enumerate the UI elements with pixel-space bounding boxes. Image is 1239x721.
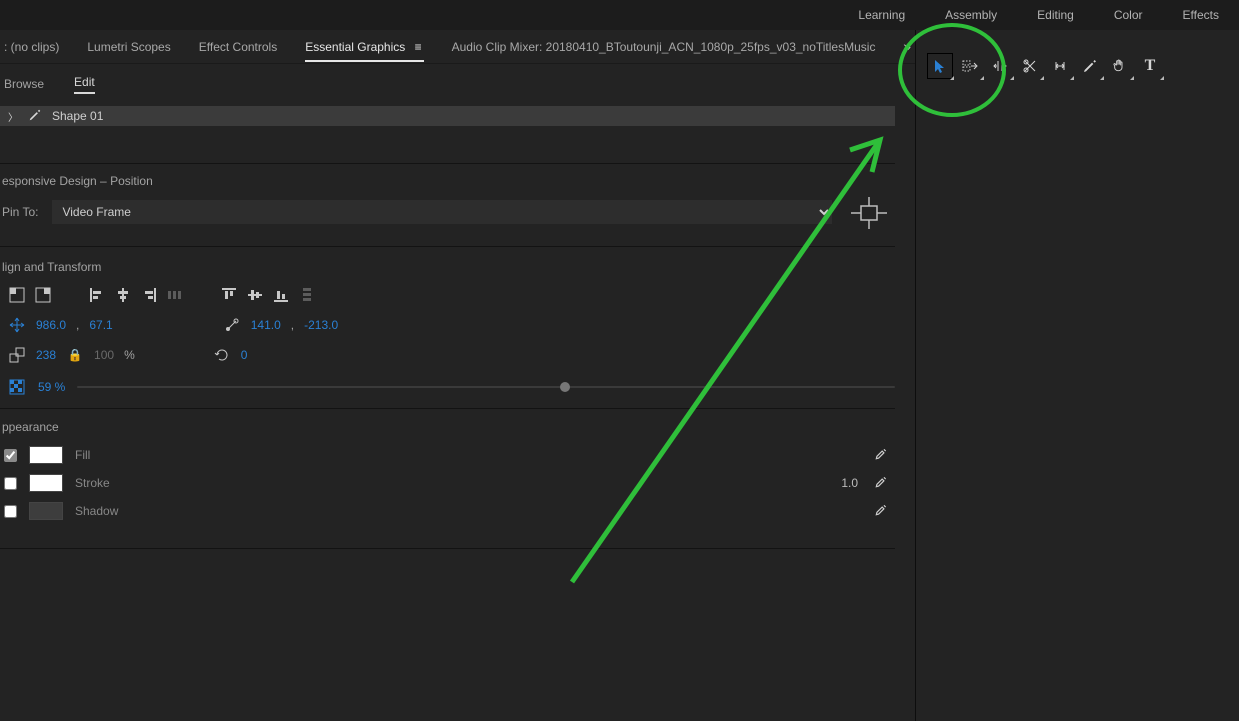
opacity-icon[interactable]	[8, 378, 26, 396]
subtab-browse[interactable]: Browse	[4, 77, 44, 91]
align-transform-title: lign and Transform	[2, 260, 895, 274]
stroke-row: Stroke 1.0	[4, 474, 894, 492]
track-select-tool[interactable]	[958, 54, 982, 78]
divider	[0, 163, 895, 164]
align-vcenter-icon[interactable]	[246, 286, 264, 304]
pen-icon	[28, 108, 42, 125]
rotation-value[interactable]: 0	[241, 348, 248, 362]
pin-to-label: Pin To:	[2, 205, 38, 219]
distribute-v-icon[interactable]	[298, 286, 316, 304]
panel-tabs: : (no clips) Lumetri Scopes Effect Contr…	[0, 30, 915, 64]
tab-lumetri-scopes[interactable]: Lumetri Scopes	[87, 40, 170, 54]
program-toolbar: T	[928, 54, 1162, 78]
stroke-label: Stroke	[75, 476, 110, 490]
chevron-right-icon: 〉	[8, 109, 18, 124]
ripple-edit-tool[interactable]	[988, 54, 1012, 78]
pin-to-select[interactable]: Video Frame	[52, 200, 832, 224]
shadow-row: Shadow	[4, 502, 894, 520]
type-tool[interactable]: T	[1138, 54, 1162, 78]
tab-essential-graphics[interactable]: Essential Graphics ≡	[305, 40, 423, 62]
align-left-icon[interactable]	[88, 286, 106, 304]
appearance-section: ppearance Fill Stroke 1.0 Shadow	[0, 420, 895, 520]
shadow-swatch[interactable]	[29, 502, 63, 520]
percent-label: %	[124, 348, 135, 362]
workspace-bar: Learning Assembly Editing Color Effects	[0, 0, 1239, 30]
eyedropper-icon[interactable]	[874, 447, 888, 464]
position-y[interactable]: 67.1	[89, 318, 112, 332]
box-rt-icon[interactable]	[34, 286, 52, 304]
divider	[0, 548, 895, 549]
layer-row[interactable]: 〉 Shape 01	[0, 106, 895, 126]
rotation-icon[interactable]	[213, 346, 231, 364]
workspace-color[interactable]: Color	[1114, 8, 1143, 22]
align-icons-row	[8, 286, 895, 304]
responsive-design-section: esponsive Design – Position Pin To: Vide…	[0, 174, 895, 224]
fill-label: Fill	[75, 448, 90, 462]
align-hcenter-icon[interactable]	[114, 286, 132, 304]
anchor-icon[interactable]	[223, 316, 241, 334]
workspace-editing[interactable]: Editing	[1037, 8, 1074, 22]
divider	[0, 408, 895, 409]
selection-tool[interactable]	[928, 54, 952, 78]
layer-name: Shape 01	[52, 109, 103, 123]
eyedropper-icon[interactable]	[874, 475, 888, 492]
tab-effect-controls[interactable]: Effect Controls	[199, 40, 277, 54]
anchor-y[interactable]: -213.0	[304, 318, 338, 332]
panel-menu-icon[interactable]: ≡	[415, 40, 424, 54]
align-top-icon[interactable]	[220, 286, 238, 304]
workspace-learning[interactable]: Learning	[858, 8, 905, 22]
eyedropper-icon[interactable]	[874, 503, 888, 520]
tab-essential-graphics-label: Essential Graphics	[305, 40, 405, 54]
responsive-design-title: esponsive Design – Position	[2, 174, 895, 188]
scale-value[interactable]: 238	[36, 348, 56, 362]
tab-source[interactable]: : (no clips)	[4, 40, 59, 54]
align-bottom-icon[interactable]	[272, 286, 290, 304]
fill-swatch[interactable]	[29, 446, 63, 464]
align-transform-section: lign and Transform 986.0, 67.1 141.0, -2…	[0, 260, 895, 396]
workspace-effects[interactable]: Effects	[1183, 8, 1219, 22]
stroke-width[interactable]: 1.0	[841, 476, 858, 490]
stroke-swatch[interactable]	[29, 474, 63, 492]
link-icon[interactable]: 🔒	[66, 346, 84, 364]
pin-widget[interactable]	[847, 197, 891, 229]
scale-icon[interactable]	[8, 346, 26, 364]
shadow-checkbox[interactable]	[4, 505, 17, 518]
divider	[0, 246, 895, 247]
align-right-icon[interactable]	[140, 286, 158, 304]
essential-graphics-subtabs: Browse Edit	[0, 70, 895, 98]
opacity-value[interactable]: 59 %	[38, 380, 65, 394]
scale-locked: 100	[94, 348, 114, 362]
hand-tool[interactable]	[1108, 54, 1132, 78]
tab-audio-clip-mixer[interactable]: Audio Clip Mixer: 20180410_BToutounji_AC…	[452, 40, 876, 54]
subtab-edit[interactable]: Edit	[74, 75, 95, 94]
shadow-label: Shadow	[75, 504, 118, 518]
position-icon[interactable]	[8, 316, 26, 334]
pen-tool[interactable]	[1078, 54, 1102, 78]
appearance-title: ppearance	[2, 420, 895, 434]
position-x[interactable]: 986.0	[36, 318, 66, 332]
razor-tool[interactable]	[1018, 54, 1042, 78]
fill-row: Fill	[4, 446, 894, 464]
opacity-slider[interactable]	[77, 386, 895, 388]
panel-divider[interactable]	[915, 30, 916, 721]
distribute-h-icon[interactable]	[166, 286, 184, 304]
box-lt-icon[interactable]	[8, 286, 26, 304]
anchor-x[interactable]: 141.0	[251, 318, 281, 332]
stroke-checkbox[interactable]	[4, 477, 17, 490]
panel-overflow-icon[interactable]: »	[903, 38, 911, 54]
fill-checkbox[interactable]	[4, 449, 17, 462]
slip-tool[interactable]	[1048, 54, 1072, 78]
workspace-assembly[interactable]: Assembly	[945, 8, 997, 22]
